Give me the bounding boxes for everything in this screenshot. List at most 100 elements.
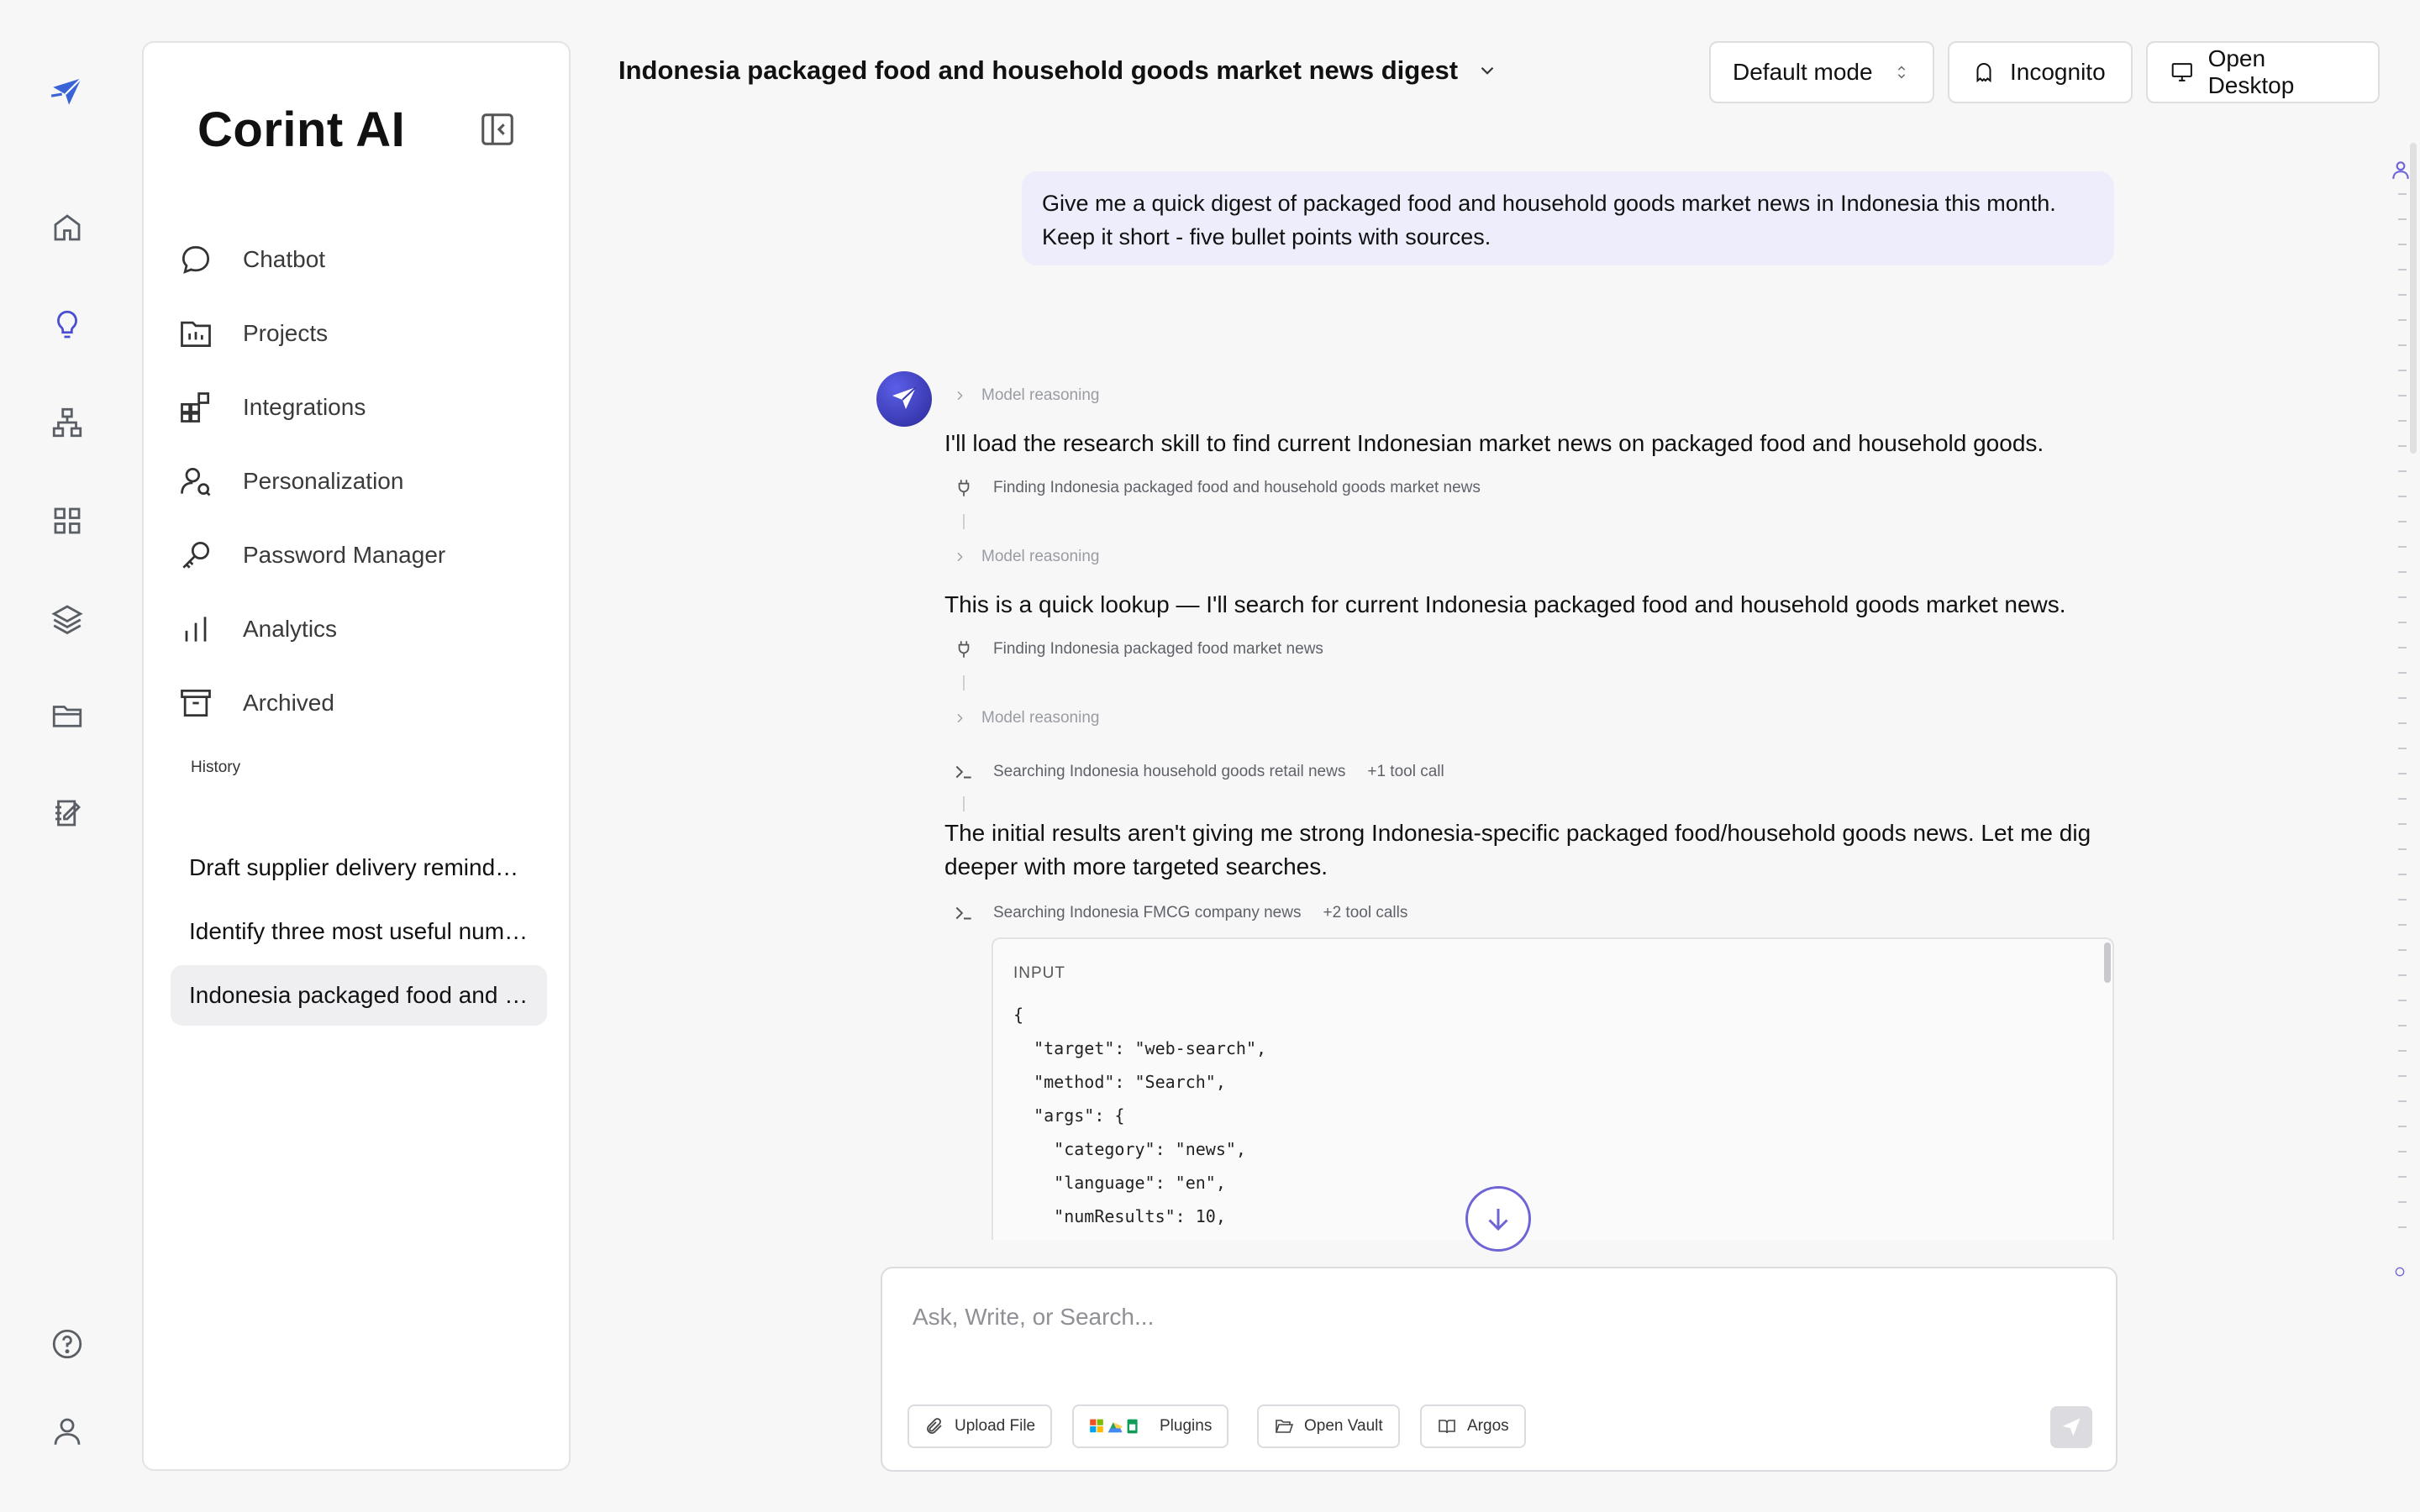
tool-call-label: Searching Indonesia household goods reta…: [993, 763, 1346, 780]
bar-chart-icon: [185, 617, 207, 642]
reasoning-label: Model reasoning: [981, 386, 1100, 404]
nav-label: Password Manager: [243, 542, 446, 568]
tool-call-label: Finding Indonesia packaged food market n…: [993, 640, 1323, 658]
timeline-connector: [963, 796, 965, 811]
tool-call[interactable]: Searching Indonesia FMCG company news +2…: [953, 902, 1407, 924]
folder-open-icon: [1275, 1420, 1294, 1433]
history-item[interactable]: Identify three most useful numbers: [171, 901, 547, 962]
nav-label: Archived: [243, 690, 334, 716]
lightbulb-icon[interactable]: [42, 300, 92, 350]
assistant-message: This is a quick lookup — I'll search for…: [944, 591, 2066, 617]
nav-chatbot[interactable]: Chatbot: [177, 233, 547, 286]
reasoning-label: Model reasoning: [981, 548, 1100, 565]
nav-label: Integrations: [243, 394, 366, 420]
arrow-down-icon: [1488, 1209, 1508, 1231]
code-scrollbar[interactable]: [2104, 942, 2111, 983]
user-message: Give me a quick digest of packaged food …: [1022, 171, 2114, 265]
history-item[interactable]: Draft supplier delivery reminder for Mon…: [171, 837, 547, 898]
send-icon: [2062, 1418, 2081, 1436]
layers-icon[interactable]: [42, 593, 92, 643]
tool-call-count: +2 tool calls: [1323, 904, 1408, 921]
incognito-label: Incognito: [2010, 59, 2106, 85]
grid-icon[interactable]: [42, 496, 92, 546]
brand-title: Corint AI: [197, 102, 406, 157]
logo-icon[interactable]: [42, 67, 92, 118]
chevron-down-icon: [1481, 66, 1494, 75]
scroll-to-bottom-button[interactable]: [1465, 1186, 1531, 1252]
model-reasoning-toggle[interactable]: Model reasoning: [953, 548, 1099, 566]
notebook-icon[interactable]: [42, 788, 92, 838]
reasoning-label: Model reasoning: [981, 709, 1100, 727]
mode-label: Default mode: [1733, 59, 1873, 85]
nav-analytics[interactable]: Analytics: [177, 602, 547, 656]
tool-call-label: Searching Indonesia FMCG company news: [993, 904, 1302, 921]
conversation-title[interactable]: Indonesia packaged food and household go…: [618, 55, 1498, 86]
home-icon[interactable]: [42, 202, 92, 253]
nav-label: Personalization: [243, 468, 404, 494]
argos-button[interactable]: Argos: [1420, 1404, 1526, 1448]
project-folder-icon: [181, 321, 211, 348]
nav-integrations[interactable]: Integrations: [177, 381, 547, 434]
open-desktop-label: Open Desktop: [2207, 45, 2295, 98]
assistant-message: I'll load the research skill to find cur…: [944, 430, 2044, 456]
terminal-icon: [955, 906, 971, 920]
tool-call-count: +1 tool call: [1367, 763, 1444, 780]
history-item-active[interactable]: Indonesia packaged food and household go…: [171, 965, 547, 1026]
history-label: History: [191, 759, 241, 776]
plugins-button[interactable]: Plugins: [1072, 1404, 1229, 1448]
mode-select[interactable]: Default mode: [1709, 41, 1934, 103]
chevron-right-icon: [957, 552, 963, 562]
argos-label: Argos: [1467, 1417, 1509, 1435]
nav-label: Analytics: [243, 616, 338, 642]
ghost-icon: [1976, 63, 1991, 83]
folder-icon[interactable]: [42, 690, 92, 741]
integrations-icon: [181, 392, 210, 423]
nav-projects[interactable]: Projects: [177, 307, 547, 360]
assistant-message: The initial results aren't giving me str…: [944, 820, 2091, 879]
open-vault-button[interactable]: Open Vault: [1257, 1404, 1400, 1448]
nav-password-manager[interactable]: Password Manager: [177, 528, 547, 582]
upload-file-button[interactable]: Upload File: [908, 1404, 1053, 1448]
hierarchy-icon[interactable]: [42, 397, 92, 448]
composer-input[interactable]: [913, 1304, 2005, 1331]
tool-input-code[interactable]: INPUT { "target": "web-search", "method"…: [992, 937, 2114, 1240]
page-scrollbar[interactable]: [2410, 143, 2417, 454]
tool-call[interactable]: Finding Indonesia packaged food and hous…: [953, 477, 1481, 499]
plugins-apps-icon: [1090, 1419, 1138, 1434]
send-button[interactable]: [2050, 1406, 2092, 1448]
nav-archived[interactable]: Archived: [177, 676, 547, 730]
chat-bubble-icon: [182, 245, 210, 274]
book-open-icon: [1439, 1420, 1455, 1434]
composer: Upload File Plugins Open Vault Argos: [881, 1267, 2118, 1472]
sidebar: Corint AI Chatbot Projects Integrations …: [142, 41, 571, 1471]
tool-call-label: Finding Indonesia packaged food and hous…: [993, 479, 1481, 496]
plug-icon: [958, 641, 970, 658]
incognito-button[interactable]: Incognito: [1948, 41, 2133, 103]
plug-icon: [958, 480, 970, 496]
nav-label: Chatbot: [243, 246, 326, 272]
conversation-minimap[interactable]: [2392, 151, 2409, 1285]
archive-icon: [181, 689, 211, 717]
collapse-sidebar-icon[interactable]: [478, 110, 517, 149]
open-vault-label: Open Vault: [1304, 1417, 1383, 1435]
code-label: INPUT: [1013, 964, 1065, 982]
timeline-connector: [963, 675, 965, 690]
user-icon[interactable]: [42, 1406, 92, 1457]
icon-rail: [0, 0, 134, 1512]
nav-personalization[interactable]: Personalization: [177, 454, 547, 508]
tool-call[interactable]: Finding Indonesia packaged food market n…: [953, 638, 1323, 660]
help-icon[interactable]: [42, 1319, 92, 1369]
assistant-marker-icon: [2395, 1267, 2405, 1277]
nav-label: Projects: [243, 320, 329, 346]
model-reasoning-toggle[interactable]: Model reasoning: [953, 709, 1099, 727]
code-content: { "target": "web-search", "method": "Sea…: [1013, 1005, 1267, 1226]
timeline-connector: [963, 514, 965, 529]
model-reasoning-toggle[interactable]: Model reasoning: [953, 386, 1099, 405]
upload-file-label: Upload File: [955, 1417, 1036, 1435]
user-search-icon: [181, 467, 211, 496]
chevron-updown-icon: [1897, 66, 1906, 79]
open-desktop-button[interactable]: Open Desktop: [2146, 41, 2380, 103]
tool-call[interactable]: Searching Indonesia household goods reta…: [953, 761, 1444, 783]
conversation-title-text: Indonesia packaged food and household go…: [618, 55, 1459, 85]
monitor-icon: [2171, 63, 2192, 81]
